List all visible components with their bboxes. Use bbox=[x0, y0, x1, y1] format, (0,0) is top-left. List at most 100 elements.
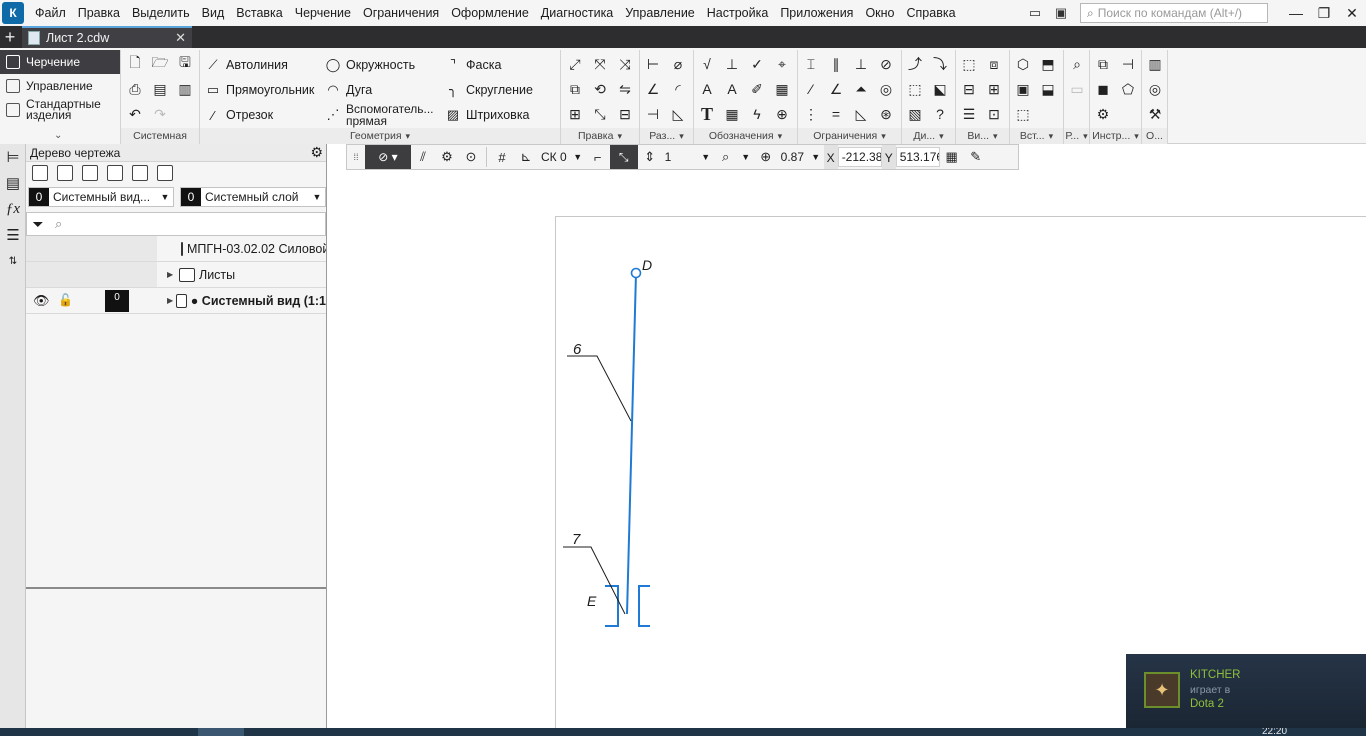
diameter-dim-icon[interactable]: ⌀ bbox=[668, 54, 688, 74]
zoom-window-icon[interactable]: ⌕ bbox=[714, 149, 738, 165]
mode-drawing[interactable]: Черчение bbox=[0, 50, 120, 74]
menu-diagnostics[interactable]: Диагностика bbox=[535, 0, 619, 26]
mode-standard-parts[interactable]: Стандартные изделия bbox=[0, 98, 120, 122]
close-tab-icon[interactable]: ✕ bbox=[175, 30, 186, 46]
text-icon[interactable]: T bbox=[697, 104, 717, 124]
projection-icon[interactable]: ⊞ bbox=[984, 79, 1004, 99]
layers-icon[interactable]: ⧈ bbox=[984, 54, 1004, 74]
document-tab[interactable]: Лист 2.cdw ✕ bbox=[22, 26, 192, 48]
snap-toggle-icon[interactable]: ⤡ bbox=[609, 145, 638, 169]
tool-solid-icon[interactable]: ◼ bbox=[1093, 79, 1113, 99]
collinear-icon[interactable]: ⁄ bbox=[801, 79, 821, 99]
tool-macro-icon[interactable]: ⚙ bbox=[1093, 104, 1113, 124]
tree-panel-icon[interactable]: ⊨ bbox=[0, 144, 26, 170]
layers-panel-icon[interactable]: ☰ bbox=[0, 222, 26, 248]
show-constraints-icon[interactable]: ⊛ bbox=[876, 104, 896, 124]
snap-magnet-icon[interactable]: ⊘ ▾ bbox=[365, 145, 411, 169]
section-view-icon[interactable]: ☰ bbox=[959, 104, 979, 124]
layer-combo[interactable]: 0 Системный слой ▼ bbox=[180, 187, 326, 207]
tolerance-icon[interactable]: ✓ bbox=[747, 54, 767, 74]
mass-icon[interactable]: ▧ bbox=[905, 104, 925, 124]
tool-shape-icon[interactable]: ⬠ bbox=[1118, 79, 1138, 99]
ortho-icon[interactable]: ⌐ bbox=[586, 150, 610, 165]
perpendicular-icon[interactable]: ⊥ bbox=[851, 54, 871, 74]
steam-notification[interactable]: ✦ KITCHER играет в Dota 2 bbox=[1126, 654, 1366, 728]
horizontal-icon[interactable]: ⏶ bbox=[851, 79, 871, 99]
insert-fragment-icon[interactable]: ⬡ bbox=[1013, 54, 1033, 74]
auto-dim-icon[interactable]: ◺ bbox=[668, 104, 688, 124]
check-icon[interactable]: ? bbox=[930, 104, 950, 124]
restore-button[interactable]: ❐ bbox=[1310, 0, 1338, 26]
parallel-icon[interactable]: ∥ bbox=[826, 54, 846, 74]
linear-dim-icon[interactable]: ⊢ bbox=[643, 54, 663, 74]
step-value[interactable]: 1 bbox=[662, 150, 698, 164]
mirror-icon[interactable]: ⇋ bbox=[615, 79, 635, 99]
menu-help[interactable]: Справка bbox=[901, 0, 962, 26]
undo-icon[interactable]: ↶ bbox=[125, 104, 145, 124]
array-icon[interactable]: ⊞ bbox=[565, 104, 585, 124]
tool-rectangle[interactable]: ▭ Прямоугольник bbox=[204, 79, 315, 101]
variables-fx-icon[interactable]: ƒx bbox=[0, 196, 26, 222]
grid-icon[interactable]: # bbox=[490, 150, 514, 165]
snap-settings-icon[interactable]: ⚙ bbox=[435, 149, 459, 165]
preview-icon[interactable]: ▤ bbox=[150, 79, 170, 99]
deform-icon[interactable]: ⊟ bbox=[615, 104, 635, 124]
expand-arrow-icon[interactable]: ▶ bbox=[167, 270, 177, 279]
coordinate-system-value[interactable]: СК 0 bbox=[538, 150, 570, 164]
tree-layer-icon[interactable] bbox=[82, 165, 98, 181]
zoom-icon[interactable]: ⊕ bbox=[754, 149, 778, 165]
bracket-left[interactable] bbox=[605, 585, 619, 627]
tool-segment[interactable]: ⁄ Отрезок bbox=[204, 104, 273, 126]
minimize-button[interactable]: — bbox=[1282, 0, 1310, 26]
tree-row-document[interactable]: МПГН-03.02.02 Силовой bbox=[26, 236, 326, 262]
filter-icon[interactable]: ⏷ bbox=[27, 216, 49, 233]
fix-point-icon[interactable]: ⌶ bbox=[801, 54, 821, 74]
ribbon-expand-icon[interactable]: ⌄ bbox=[54, 130, 62, 141]
rotate-icon[interactable]: ⟲ bbox=[590, 79, 610, 99]
menu-constraints[interactable]: Ограничения bbox=[357, 0, 445, 26]
lock-icon[interactable]: 🔓 bbox=[58, 293, 73, 307]
copy-icon[interactable]: ⧉ bbox=[565, 79, 585, 99]
tool-circle[interactable]: ◯ Окружность bbox=[324, 54, 415, 76]
local-snap-icon[interactable]: ⫽ bbox=[411, 149, 435, 165]
menu-select[interactable]: Выделить bbox=[126, 0, 196, 26]
roughness-icon[interactable]: √ bbox=[697, 54, 717, 74]
angle-dim-icon[interactable]: ∠ bbox=[643, 79, 663, 99]
extend-icon[interactable]: ⤨ bbox=[615, 54, 635, 74]
redo-icon[interactable]: ↷ bbox=[150, 104, 170, 124]
standard-views-icon[interactable]: ⊟ bbox=[959, 79, 979, 99]
tool-hatch[interactable]: ▨ Штриховка bbox=[444, 104, 530, 126]
toolbar-grip-icon[interactable]: ⁞⁞ bbox=[347, 145, 365, 169]
tool-aux-line[interactable]: ⋰ Вспомогатель... прямая bbox=[324, 103, 441, 127]
tool-dim-line-icon[interactable]: ⊣ bbox=[1118, 54, 1138, 74]
area-icon[interactable]: ⬚ bbox=[905, 79, 925, 99]
tree-row-system-view[interactable]: 👁 🔓 0 ▶ ● Системный вид (1:1 bbox=[26, 288, 326, 314]
symmetry-icon[interactable]: ⋮ bbox=[801, 104, 821, 124]
taskbar-clock[interactable]: 22:20 bbox=[1262, 728, 1287, 736]
menu-drawing[interactable]: Черчение bbox=[289, 0, 357, 26]
eyedropper-icon[interactable]: ✎ bbox=[964, 149, 988, 165]
calculator-icon[interactable]: ▦ bbox=[940, 149, 964, 165]
report-disabled-icon[interactable]: ▭ bbox=[1067, 79, 1087, 99]
new-file-icon[interactable]: 🗋 bbox=[125, 54, 145, 74]
leader-icon[interactable]: ⌖ bbox=[772, 54, 792, 74]
report-icon[interactable]: ⌕ bbox=[1067, 54, 1087, 74]
chevron-down-icon[interactable]: ▼ bbox=[698, 152, 714, 162]
view-combo[interactable]: 0 Системный вид... ▼ bbox=[28, 187, 174, 207]
menu-edit[interactable]: Правка bbox=[72, 0, 126, 26]
tool-fillet[interactable]: ╮ Скругление bbox=[444, 79, 533, 101]
kompas-logo-icon[interactable]: К bbox=[2, 2, 24, 24]
taskbar-active-app[interactable] bbox=[198, 728, 244, 736]
panel-layout-icon[interactable]: ▭ bbox=[1024, 4, 1046, 22]
spec-icon[interactable]: ▥ bbox=[1145, 54, 1165, 74]
chevron-down-icon[interactable]: ▼ bbox=[570, 152, 586, 162]
history-panel-icon[interactable]: ⇅ bbox=[0, 248, 26, 274]
y-coord-field[interactable]: 513.1766 bbox=[895, 147, 940, 167]
insert-picture-icon[interactable]: ▣ bbox=[1013, 79, 1033, 99]
menu-insert[interactable]: Вставка bbox=[230, 0, 288, 26]
snap-point-icon[interactable]: ⊙ bbox=[459, 149, 483, 165]
chevron-down-icon[interactable]: ▼ bbox=[808, 152, 824, 162]
cut-line-icon[interactable]: ϟ bbox=[747, 104, 767, 124]
angle-constraint-icon[interactable]: ∠ bbox=[826, 79, 846, 99]
drawing-canvas[interactable]: D 6 7 E bbox=[327, 144, 1366, 728]
